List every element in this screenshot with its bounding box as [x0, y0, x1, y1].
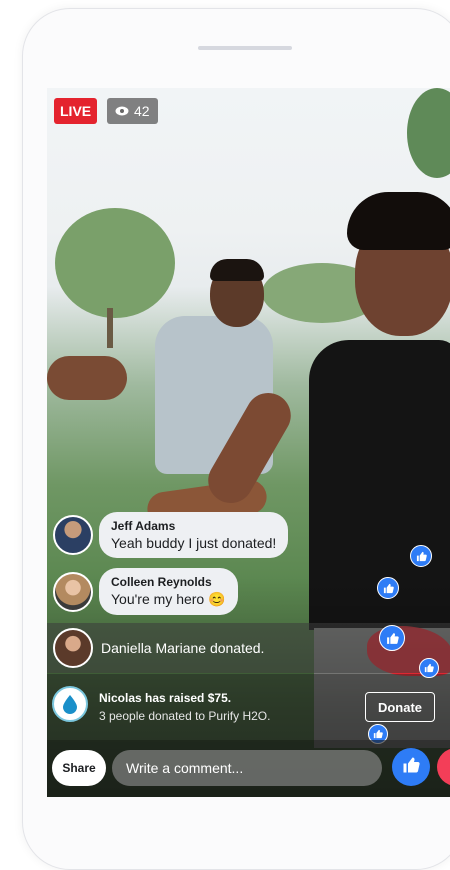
fundraiser-bar: Nicolas has raised $75. 3 people donated… [47, 674, 450, 740]
tree-trunk [107, 308, 113, 348]
water-drop-icon [52, 686, 88, 722]
person-hair [210, 259, 264, 281]
speaker-slot [198, 46, 292, 50]
like-reaction-icon [377, 577, 399, 599]
fundraiser-headline: Nicolas has raised $75. [99, 691, 232, 705]
comment-bubble: Colleen Reynolds You're my hero 😊 [99, 568, 238, 615]
love-reaction-button[interactable] [437, 748, 450, 786]
comment-item: Jeff Adams Yeah buddy I just donated! [53, 512, 289, 558]
bottom-action-bar: Share Write a comment... [47, 740, 450, 797]
person-arm [47, 356, 127, 400]
live-badge: LIVE [54, 98, 98, 124]
donation-text: Daniella Mariane donated. [101, 640, 265, 656]
comment-item: Colleen Reynolds You're my hero 😊 [53, 568, 238, 615]
comment-input[interactable]: Write a comment... [112, 750, 382, 786]
thumbs-up-icon [402, 756, 420, 779]
avatar [53, 571, 93, 612]
phone-frame: LIVE 42 Jeff Adams Yeah buddy I just don… [22, 8, 450, 870]
avatar [53, 515, 93, 555]
donate-button[interactable]: Donate [365, 692, 435, 722]
comment-text: Yeah buddy I just donated! [111, 535, 277, 551]
comment-bubble: Jeff Adams Yeah buddy I just donated! [99, 512, 289, 558]
like-reaction-icon [410, 545, 432, 567]
viewer-count-badge: 42 [107, 98, 158, 124]
like-reaction-icon [379, 625, 405, 651]
eye-icon [115, 98, 129, 124]
avatar [53, 628, 93, 668]
comment-text: You're my hero 😊 [111, 591, 226, 607]
comment-author: Jeff Adams [111, 519, 176, 533]
person-hair [347, 192, 450, 250]
tree [407, 88, 450, 178]
like-reaction-icon [419, 658, 439, 678]
fundraiser-subline: 3 people donated to Purify H2O. [99, 709, 271, 723]
like-button[interactable] [392, 748, 430, 786]
live-video: LIVE 42 Jeff Adams Yeah buddy I just don… [47, 88, 450, 797]
viewer-count: 42 [134, 103, 150, 119]
tree [55, 208, 175, 318]
comment-author: Colleen Reynolds [111, 575, 212, 589]
share-button[interactable]: Share [52, 750, 106, 786]
